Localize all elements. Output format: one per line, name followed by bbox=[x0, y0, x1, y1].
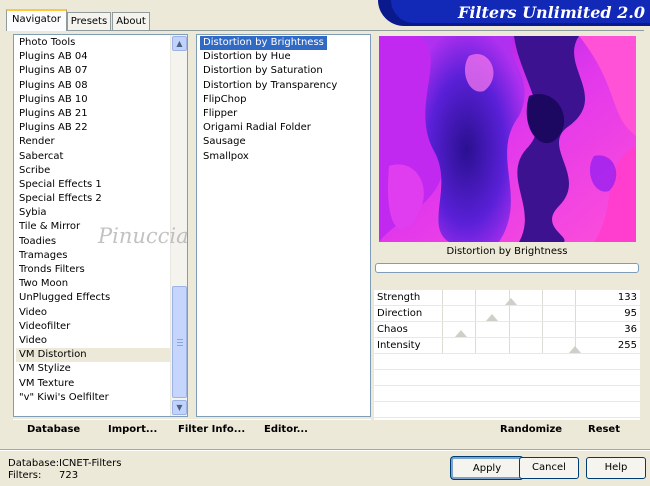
param-label: Chaos bbox=[377, 324, 408, 335]
filter-item-label: FlipChop bbox=[203, 93, 247, 105]
filter-item[interactable]: FlipChop bbox=[200, 93, 368, 107]
filter-item[interactable]: Origami Radial Folder bbox=[200, 121, 368, 135]
category-item[interactable]: VM Distortion bbox=[16, 348, 171, 363]
filter-item-label: Flipper bbox=[203, 107, 238, 119]
watermark: Pinuccia bbox=[98, 224, 189, 248]
cancel-button[interactable]: Cancel bbox=[519, 457, 579, 479]
category-item[interactable]: VM Texture bbox=[16, 377, 171, 391]
filters-label: Filters: bbox=[8, 470, 42, 481]
param-row-empty bbox=[374, 370, 640, 386]
category-item[interactable]: Plugins AB 22 bbox=[16, 121, 171, 135]
category-item[interactable]: Render bbox=[16, 135, 171, 149]
filter-item[interactable]: Smallpox bbox=[200, 150, 368, 164]
category-item[interactable]: Special Effects 1 bbox=[16, 178, 171, 192]
category-item[interactable]: Video bbox=[16, 334, 171, 348]
filter-list[interactable]: Distortion by Brightness Distortion by Hu… bbox=[196, 34, 371, 417]
randomize-button[interactable]: Randomize bbox=[500, 424, 562, 435]
category-item[interactable]: Tramages bbox=[16, 249, 171, 263]
reset-button[interactable]: Reset bbox=[588, 424, 620, 435]
filter-item[interactable]: Distortion by Brightness bbox=[200, 36, 368, 51]
category-item[interactable]: Video bbox=[16, 306, 171, 320]
param-row-direction[interactable]: Direction 95 bbox=[374, 306, 640, 322]
param-slider[interactable] bbox=[442, 290, 576, 305]
param-row-empty bbox=[374, 402, 640, 418]
tab-strip-border bbox=[6, 30, 644, 31]
filter-item-label: Sausage bbox=[203, 136, 246, 148]
import-button[interactable]: Import... bbox=[108, 424, 157, 435]
param-row-empty bbox=[374, 386, 640, 402]
filter-item[interactable]: Distortion by Saturation bbox=[200, 64, 368, 78]
slider-thumb[interactable] bbox=[455, 330, 467, 337]
category-item[interactable]: Plugins AB 07 bbox=[16, 64, 171, 78]
slider-thumb[interactable] bbox=[505, 298, 517, 305]
scroll-thumb[interactable] bbox=[172, 286, 187, 398]
param-label: Intensity bbox=[377, 340, 421, 351]
category-item[interactable]: Videofilter bbox=[16, 320, 171, 334]
param-value: 255 bbox=[617, 340, 637, 351]
category-item[interactable]: Scribe bbox=[16, 164, 171, 178]
category-item[interactable]: VM Stylize bbox=[16, 362, 171, 376]
database-button[interactable]: Database bbox=[27, 424, 80, 435]
category-item[interactable]: Plugins AB 08 bbox=[16, 79, 171, 93]
database-label: Database: bbox=[8, 458, 60, 469]
app-title: Filters Unlimited 2.0 bbox=[457, 3, 645, 22]
progress-bar bbox=[375, 263, 639, 273]
editor-button[interactable]: Editor... bbox=[264, 424, 308, 435]
category-item[interactable]: Sybia bbox=[16, 206, 171, 220]
filter-item-label: Distortion by Hue bbox=[203, 51, 291, 63]
param-row-empty bbox=[374, 354, 640, 370]
param-value: 36 bbox=[624, 324, 637, 335]
filter-item-label: Origami Radial Folder bbox=[203, 122, 311, 134]
preview-image bbox=[379, 36, 636, 242]
param-row-strength[interactable]: Strength 133 bbox=[374, 290, 640, 306]
category-item[interactable]: Plugins AB 10 bbox=[16, 93, 171, 107]
category-item[interactable]: Photo Tools bbox=[16, 36, 171, 50]
tab-about[interactable]: About bbox=[112, 12, 150, 30]
category-item[interactable]: Plugins AB 21 bbox=[16, 107, 171, 121]
param-slider[interactable] bbox=[442, 338, 581, 353]
filter-item-label: Distortion by Brightness bbox=[200, 36, 327, 51]
param-slider[interactable] bbox=[442, 306, 576, 321]
category-item[interactable]: Plugins AB 04 bbox=[16, 50, 171, 64]
filter-item[interactable]: Distortion by Transparency bbox=[200, 79, 368, 93]
param-slider[interactable] bbox=[442, 322, 576, 337]
category-item[interactable]: "v" Kiwi's Oelfilter bbox=[16, 391, 171, 405]
param-value: 95 bbox=[624, 308, 637, 319]
filters-count: 723 bbox=[59, 470, 79, 481]
filter-item-label: Distortion by Transparency bbox=[203, 79, 338, 91]
filter-item[interactable]: Sausage bbox=[200, 135, 368, 149]
apply-button[interactable]: Apply bbox=[451, 457, 523, 479]
category-item[interactable]: Sabercat bbox=[16, 150, 171, 164]
param-label: Direction bbox=[377, 308, 423, 319]
database-value: ICNET-Filters bbox=[59, 458, 122, 469]
filter-info-button[interactable]: Filter Info... bbox=[178, 424, 245, 435]
filter-item[interactable]: Distortion by Hue bbox=[200, 50, 368, 64]
preview-filter-name: Distortion by Brightness bbox=[446, 246, 568, 257]
tab-navigator[interactable]: Navigator bbox=[6, 9, 67, 31]
slider-thumb[interactable] bbox=[486, 314, 498, 321]
parameter-panel: Strength 133 Direction 95 Chaos 36 Inten… bbox=[374, 290, 640, 420]
category-item[interactable]: UnPlugged Effects bbox=[16, 291, 171, 305]
param-label: Strength bbox=[377, 292, 421, 303]
param-row-chaos[interactable]: Chaos 36 bbox=[374, 322, 640, 338]
footer-divider-light bbox=[0, 450, 650, 451]
filter-item-label: Distortion by Saturation bbox=[203, 65, 323, 77]
tab-presets[interactable]: Presets bbox=[67, 12, 111, 30]
category-item[interactable]: Two Moon bbox=[16, 277, 171, 291]
param-value: 133 bbox=[617, 292, 637, 303]
scroll-down-button[interactable]: ▼ bbox=[172, 400, 187, 415]
help-button[interactable]: Help bbox=[586, 457, 646, 479]
scroll-up-button[interactable]: ▲ bbox=[172, 36, 187, 51]
param-row-intensity[interactable]: Intensity 255 bbox=[374, 338, 640, 354]
slider-thumb[interactable] bbox=[569, 346, 581, 353]
category-item[interactable]: Special Effects 2 bbox=[16, 192, 171, 206]
filter-item-label: Smallpox bbox=[203, 150, 249, 162]
category-item[interactable]: Tronds Filters bbox=[16, 263, 171, 277]
filter-item[interactable]: Flipper bbox=[200, 107, 368, 121]
